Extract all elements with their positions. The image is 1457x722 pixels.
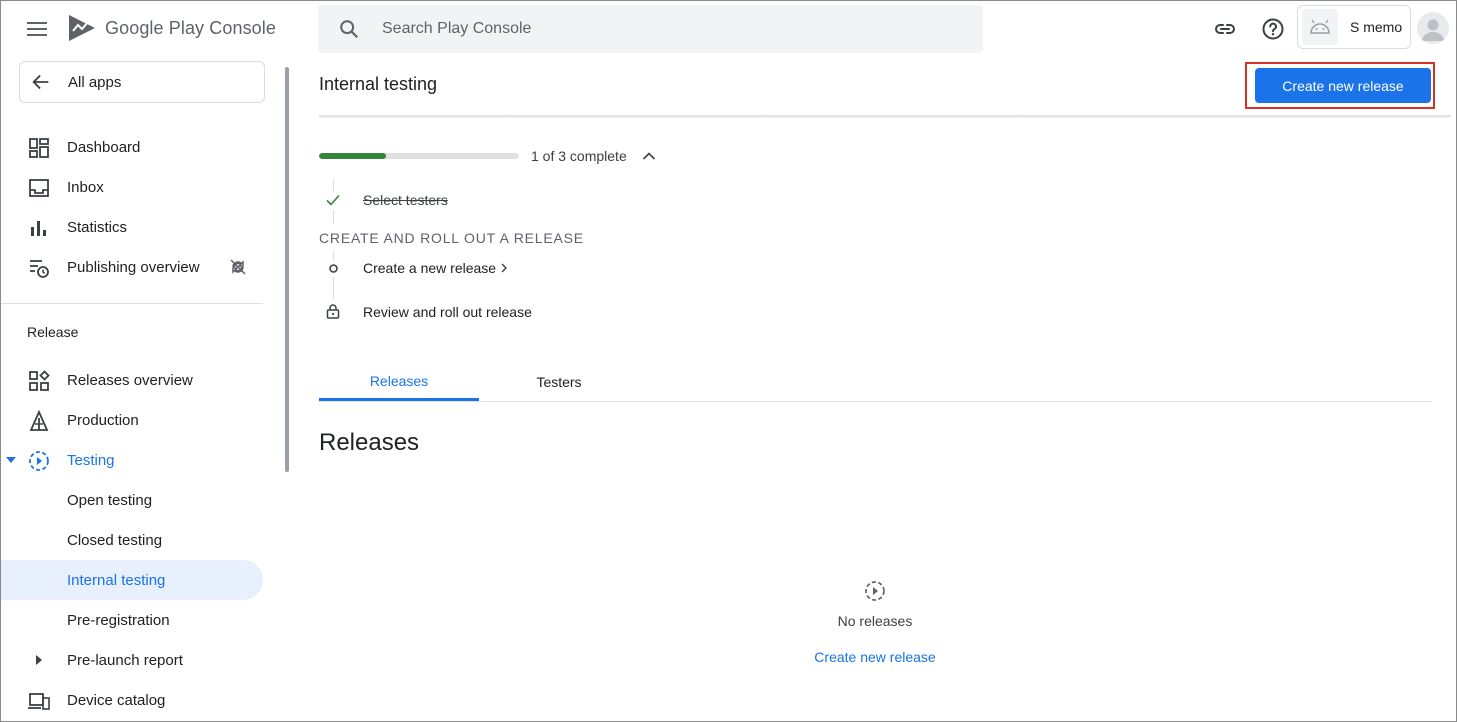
no-releases-icon: [865, 581, 885, 601]
sidebar-item-closed-testing[interactable]: Closed testing: [1, 520, 263, 560]
all-apps-label: All apps: [68, 73, 122, 91]
sidebar-item-dashboard[interactable]: Dashboard: [1, 127, 263, 167]
progress-text: 1 of 3 complete: [531, 148, 627, 164]
sidebar-item-label: Pre-registration: [67, 611, 170, 629]
sidebar-item-releases-overview[interactable]: Releases overview: [1, 360, 263, 400]
production-icon: [29, 410, 49, 431]
search-bar[interactable]: [318, 5, 983, 53]
testing-icon: [29, 451, 49, 471]
sidebar-item-pre-registration[interactable]: Pre-registration: [1, 600, 263, 640]
step-connector: [333, 179, 334, 191]
sidebar-item-publishing-overview[interactable]: Publishing overview: [1, 247, 263, 287]
play-console-logo-icon: [69, 15, 95, 41]
sync-disabled-icon: [230, 259, 246, 275]
step-connector: [333, 251, 334, 261]
hamburger-icon: [27, 22, 47, 36]
publishing-icon: [30, 260, 49, 278]
search-input[interactable]: [382, 20, 942, 38]
help-button[interactable]: [1261, 17, 1285, 41]
sidebar-item-label: Dashboard: [67, 138, 141, 156]
step-select-testers[interactable]: Select testers: [363, 192, 448, 208]
sidebar-item-production[interactable]: Production: [1, 400, 263, 440]
header-separator: [319, 115, 1451, 118]
sidebar-item-label: Open testing: [67, 491, 153, 509]
sidebar-item-label: Publishing overview: [67, 258, 200, 276]
sidebar-item-label: Testing: [67, 451, 115, 469]
releases-overview-icon: [29, 370, 50, 391]
tab-testers[interactable]: Testers: [479, 363, 639, 401]
step-connector: [333, 210, 334, 224]
sidebar-divider: [1, 303, 263, 304]
section-title: Releases: [319, 429, 420, 456]
create-new-release-link[interactable]: Create new release: [775, 649, 975, 665]
sidebar-item-open-testing[interactable]: Open testing: [1, 480, 263, 520]
app-switcher[interactable]: S memo: [1297, 5, 1411, 49]
tabs-divider: [319, 401, 1431, 402]
step-create-release[interactable]: Create a new release: [363, 260, 509, 276]
page-title: Internal testing: [319, 74, 438, 94]
chevron-up-icon: [642, 152, 656, 160]
android-icon: [1310, 19, 1330, 34]
copy-link-button[interactable]: [1213, 17, 1237, 41]
sidebar-item-inbox[interactable]: Inbox: [1, 167, 263, 207]
user-avatar-icon: [1422, 19, 1444, 41]
chevron-right-icon: [501, 263, 508, 273]
stage-heading: CREATE AND ROLL OUT A RELEASE: [319, 230, 584, 246]
sidebar-item-device-catalog[interactable]: Device catalog: [1, 680, 263, 720]
lock-icon: [326, 304, 340, 319]
sidebar-item-testing[interactable]: Testing: [1, 440, 263, 480]
sidebar-section-release: Release: [27, 324, 79, 340]
sidebar-item-label: Internal testing: [67, 571, 166, 589]
sidebar-item-pre-launch-report[interactable]: Pre-launch report: [1, 640, 263, 680]
progress-fill: [319, 153, 386, 159]
sidebar-item-statistics[interactable]: Statistics: [1, 207, 263, 247]
sidebar-item-label: Device catalog: [67, 691, 166, 709]
sidebar-scrollbar[interactable]: [285, 67, 289, 472]
step-connector: [333, 277, 334, 299]
sidebar-item-internal-testing[interactable]: Internal testing: [1, 560, 263, 600]
sidebar-item-label: Releases overview: [67, 371, 193, 389]
caret-down-icon: [6, 457, 16, 463]
empty-state-text: No releases: [837, 613, 913, 629]
all-apps-button[interactable]: All apps: [19, 61, 265, 103]
step-create-release-label: Create a new release: [363, 260, 497, 276]
setup-progress-bar: [319, 153, 519, 159]
help-icon: [1262, 18, 1284, 40]
tab-releases[interactable]: Releases: [319, 363, 479, 401]
google-play-console-logo[interactable]: Google Play Console: [67, 13, 276, 43]
caret-right-icon: [36, 655, 42, 665]
step-circle-icon: [329, 264, 338, 273]
sidebar-item-label: Statistics: [67, 218, 128, 236]
inbox-icon: [29, 179, 49, 197]
collapse-steps-button[interactable]: [641, 148, 657, 164]
sidebar-item-label: Pre-launch report: [67, 651, 183, 669]
logo-text: Google Play Console: [105, 17, 277, 38]
check-icon: [326, 194, 340, 206]
sidebar-item-label: Closed testing: [67, 531, 163, 549]
search-icon: [340, 20, 359, 39]
devices-icon: [28, 693, 50, 710]
create-new-release-button[interactable]: Create new release: [1255, 68, 1431, 103]
sidebar-item-label: Production: [67, 411, 139, 429]
link-icon: [1215, 24, 1235, 34]
main-menu-button[interactable]: [25, 17, 51, 41]
arrow-back-icon: [32, 74, 49, 90]
account-avatar[interactable]: [1417, 12, 1449, 44]
dashboard-icon: [29, 138, 49, 158]
step-review-rollout: Review and roll out release: [363, 304, 532, 320]
sidebar-item-label: Inbox: [67, 178, 104, 196]
bar-chart-icon: [31, 221, 46, 236]
app-name: S memo: [1350, 19, 1403, 35]
app-icon: [1302, 9, 1338, 45]
